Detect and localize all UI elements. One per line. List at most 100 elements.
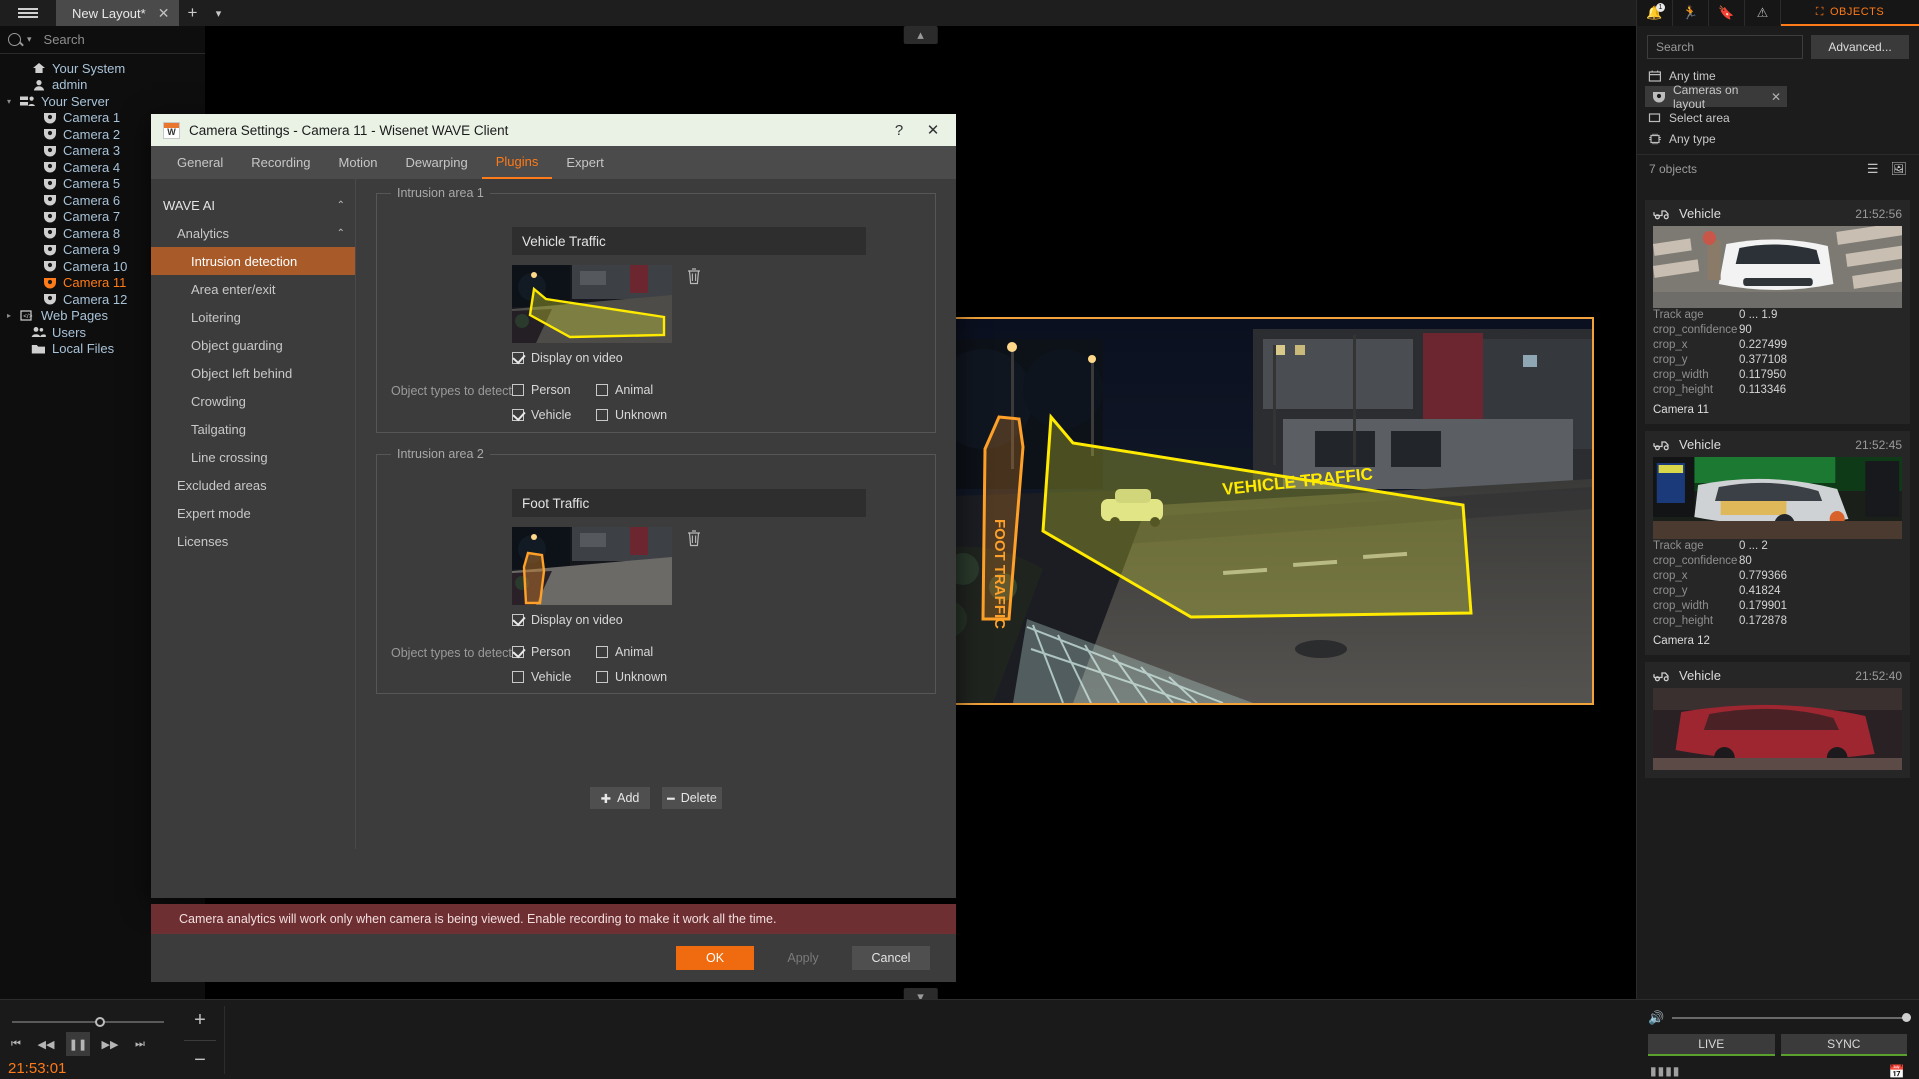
chevron-up-icon[interactable]: ⌃: [337, 228, 345, 239]
expand-arrow-icon[interactable]: ▸: [4, 311, 14, 320]
plugin-nav-intrusion-detection[interactable]: Intrusion detection: [151, 247, 355, 275]
object-thumbnail[interactable]: [1653, 226, 1902, 308]
list-view-icon[interactable]: ☰: [1867, 161, 1879, 177]
events-tab[interactable]: ⚠: [1745, 0, 1781, 26]
sidebar-item-admin[interactable]: admin: [0, 77, 205, 94]
tab-dewarping[interactable]: Dewarping: [392, 146, 482, 179]
question-icon[interactable]: ?: [882, 114, 916, 146]
cancel-button[interactable]: Cancel: [852, 946, 930, 970]
intrusion-area-1-thumbnail[interactable]: [512, 265, 672, 343]
plugin-nav-tailgating[interactable]: Tailgating: [151, 415, 355, 443]
filter-any-type[interactable]: Any type: [1637, 128, 1919, 149]
skip-to-start-button[interactable]: ⏮: [6, 1034, 26, 1054]
skip-to-end-button[interactable]: ⏭: [130, 1034, 150, 1054]
plugin-nav-wave-ai[interactable]: WAVE AI⌃: [151, 191, 355, 219]
plugin-nav-line-crossing[interactable]: Line crossing: [151, 443, 355, 471]
plugin-nav-excluded-areas[interactable]: Excluded areas: [151, 471, 355, 499]
camera-video-tile[interactable]: VEHICLE TRAFFIC FOOT TRAFFIC ▸: [921, 317, 1594, 705]
notifications-tab[interactable]: 🔔 1: [1637, 0, 1673, 26]
volume-control[interactable]: 🔊: [1636, 1000, 1919, 1026]
filter-cameras-on-layout[interactable]: Cameras on layout✕: [1645, 86, 1787, 107]
grid-view-icon[interactable]: 🖼: [1890, 161, 1907, 177]
checkbox[interactable]: [512, 409, 524, 421]
tab-recording[interactable]: Recording: [237, 146, 324, 179]
objects-tab[interactable]: ⛶ OBJECTS: [1781, 0, 1919, 26]
object-card[interactable]: Vehicle21:52:40: [1645, 662, 1910, 778]
bookmarks-tab[interactable]: 🔖: [1709, 0, 1745, 26]
calendar-icon[interactable]: 📅: [1889, 1064, 1905, 1079]
plugin-nav-object-left-behind[interactable]: Object left behind: [151, 359, 355, 387]
expand-arrow-icon[interactable]: ▾: [4, 97, 14, 106]
checkbox[interactable]: [596, 646, 608, 658]
checkbox[interactable]: [512, 614, 524, 626]
chevron-up-icon[interactable]: ⌃: [337, 200, 345, 211]
checkbox[interactable]: [512, 671, 524, 683]
live-button[interactable]: LIVE: [1648, 1034, 1775, 1056]
sidebar-item-your-system[interactable]: Your System: [0, 60, 205, 77]
tab-motion[interactable]: Motion: [325, 146, 392, 179]
objects-list[interactable]: Vehicle21:52:56Track age0 ... 1.9crop_co…: [1637, 200, 1918, 999]
checkbox[interactable]: [596, 384, 608, 396]
zoom-out-button[interactable]: −: [176, 1040, 224, 1079]
object-card[interactable]: Vehicle21:52:56Track age0 ... 1.9crop_co…: [1645, 200, 1910, 424]
filter-select-area[interactable]: Select area: [1637, 107, 1919, 128]
intrusion-area-1-vehicle-checkbox[interactable]: Vehicle: [512, 408, 571, 422]
main-menu-icon[interactable]: [0, 0, 56, 26]
intrusion-area-1-unknown-checkbox[interactable]: Unknown: [596, 408, 667, 422]
checkbox[interactable]: [512, 352, 524, 364]
close-icon[interactable]: ✕: [158, 5, 170, 22]
intrusion-area-2-display-on-video[interactable]: Display on video: [512, 613, 623, 627]
checkbox[interactable]: [512, 646, 524, 658]
close-icon[interactable]: ✕: [1771, 90, 1781, 104]
tab-general[interactable]: General: [163, 146, 237, 179]
plugin-nav-analytics[interactable]: Analytics⌃: [151, 219, 355, 247]
rewind-button[interactable]: ◀◀: [36, 1034, 56, 1054]
tab-plugins[interactable]: Plugins: [482, 146, 553, 179]
add-area-button[interactable]: ✚ Add: [590, 787, 650, 809]
volume-track[interactable]: [1672, 1017, 1907, 1019]
intrusion-area-2-vehicle-checkbox[interactable]: Vehicle: [512, 670, 571, 684]
volume-knob[interactable]: [1902, 1013, 1911, 1022]
speaker-icon[interactable]: 🔊: [1648, 1010, 1664, 1026]
checkbox[interactable]: [512, 384, 524, 396]
plugin-nav-object-guarding[interactable]: Object guarding: [151, 331, 355, 359]
thumbnails-icon[interactable]: ▮▮▮▮: [1650, 1064, 1680, 1079]
plugin-nav-expert-mode[interactable]: Expert mode: [151, 499, 355, 527]
tab-expert[interactable]: Expert: [552, 146, 618, 179]
checkbox[interactable]: [596, 409, 608, 421]
objects-search-input[interactable]: Search: [1647, 35, 1803, 59]
plus-icon[interactable]: +: [179, 0, 205, 26]
chevron-down-icon[interactable]: ▾: [205, 0, 231, 26]
layout-tab[interactable]: New Layout* ✕: [56, 0, 179, 26]
motion-tab[interactable]: 🏃: [1673, 0, 1709, 26]
pause-button[interactable]: ❚❚: [66, 1032, 90, 1056]
trash-icon[interactable]: [686, 267, 702, 285]
intrusion-area-2-thumbnail[interactable]: [512, 527, 672, 605]
sidebar-item-your-server[interactable]: ▾Your Server: [0, 93, 205, 110]
object-card[interactable]: Vehicle21:52:45Track age0 ... 2crop_conf…: [1645, 431, 1910, 655]
advanced-button[interactable]: Advanced...: [1811, 35, 1909, 59]
intrusion-area-2-name-input[interactable]: Foot Traffic: [512, 489, 866, 517]
intrusion-area-1-display-on-video[interactable]: Display on video: [512, 351, 623, 365]
intrusion-area-1-animal-checkbox[interactable]: Animal: [596, 383, 653, 397]
fast-forward-button[interactable]: ▶▶: [100, 1034, 120, 1054]
apply-button[interactable]: Apply: [764, 946, 842, 970]
intrusion-area-2-unknown-checkbox[interactable]: Unknown: [596, 670, 667, 684]
delete-area-button[interactable]: ━ Delete: [662, 787, 722, 809]
trash-icon[interactable]: [686, 529, 702, 547]
sidebar-search[interactable]: ▾ Search: [0, 26, 205, 54]
intrusion-area-1-person-checkbox[interactable]: Person: [512, 383, 571, 397]
intrusion-area-1-name-input[interactable]: Vehicle Traffic: [512, 227, 866, 255]
plugin-nav-loitering[interactable]: Loitering: [151, 303, 355, 331]
dialog-title-bar[interactable]: W Camera Settings - Camera 11 - Wisenet …: [151, 114, 956, 146]
ok-button[interactable]: OK: [676, 946, 754, 970]
object-thumbnail[interactable]: [1653, 688, 1902, 770]
plugin-nav-area-enter-exit[interactable]: Area enter/exit: [151, 275, 355, 303]
chevron-down-icon[interactable]: ▾: [27, 34, 32, 45]
speed-slider-knob[interactable]: [95, 1017, 105, 1027]
checkbox[interactable]: [596, 671, 608, 683]
object-thumbnail[interactable]: [1653, 457, 1902, 539]
intrusion-area-2-person-checkbox[interactable]: Person: [512, 645, 571, 659]
close-icon[interactable]: ✕: [916, 114, 950, 146]
chevron-up-icon[interactable]: ▴: [903, 26, 938, 44]
